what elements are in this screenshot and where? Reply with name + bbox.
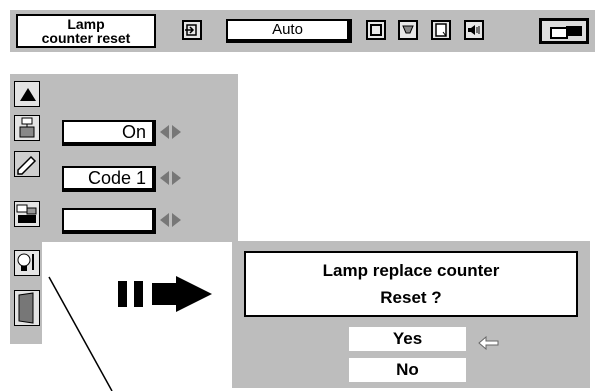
arrow-bar-2 [134,281,143,307]
dialog-message-line1: Lamp replace counter [322,261,500,280]
arrow-body [152,283,176,305]
arrow-head [176,276,212,312]
dialog-message: Lamp replace counter Reset ? [244,251,578,317]
yes-button[interactable]: Yes [349,327,466,351]
arrow-bar-1 [118,281,127,307]
dialog-message-line2: Reset ? [380,288,442,307]
selection-arrow-icon [478,336,499,350]
lamp-reset-dialog: Lamp replace counter Reset ? Yes No [232,241,590,388]
no-button[interactable]: No [349,358,466,382]
